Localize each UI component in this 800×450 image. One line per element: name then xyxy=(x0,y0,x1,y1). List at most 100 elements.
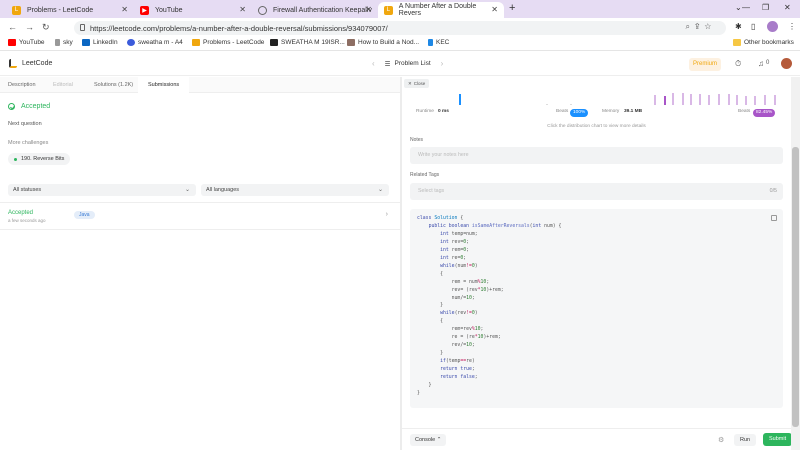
address-bar[interactable]: https://leetcode.com/problems/a-number-a… xyxy=(74,21,726,35)
distribution-chart[interactable] xyxy=(402,91,791,105)
notes-input[interactable]: Write your notes here xyxy=(410,147,783,164)
editor-footer: Console ⌃ ⚙ Run Submit xyxy=(402,428,793,450)
bookmark-kec[interactable]: KEC xyxy=(428,39,449,46)
next-question-link[interactable]: Next question xyxy=(8,121,42,127)
youtube-icon xyxy=(8,39,16,46)
chevron-right-icon[interactable]: › xyxy=(441,59,444,68)
close-tab-icon[interactable]: ✕ xyxy=(121,5,128,14)
gear-icon[interactable]: ⚙ xyxy=(718,436,724,444)
console-button[interactable]: Console ⌃ xyxy=(410,434,447,446)
minimize-button[interactable]: — xyxy=(742,3,750,12)
omnibox-actions[interactable]: ⌕⇪☆ xyxy=(685,22,716,32)
maximize-button[interactable]: ❐ xyxy=(762,3,769,12)
user-avatar[interactable] xyxy=(781,58,792,69)
bookmark-linkedin[interactable]: LinkedIn xyxy=(82,39,118,46)
tab-submissions[interactable]: Submissions xyxy=(138,77,190,93)
browser-tab-youtube[interactable]: ▶ YouTube ✕ xyxy=(134,2,252,18)
browser-tab-firewall[interactable]: Firewall Authentication Keepaliv ✕ xyxy=(252,2,378,18)
folder-icon xyxy=(733,39,741,46)
puzzle-icon[interactable]: ✱ xyxy=(735,22,742,31)
scrollbar-thumb[interactable] xyxy=(792,147,799,427)
reload-icon[interactable]: ↻ xyxy=(42,22,50,33)
tab-title: Problems - LeetCode xyxy=(27,6,94,14)
tab-description[interactable]: Description xyxy=(8,77,36,93)
chevron-down-icon: ⌄ xyxy=(184,187,190,193)
problem-tabs: Description Editorial Solutions (1.2K) S… xyxy=(0,77,400,93)
run-button[interactable]: Run xyxy=(734,434,757,446)
close-button[interactable]: ✕ Close xyxy=(404,79,430,88)
submitted-code: class Solution { public boolean isSameAf… xyxy=(417,216,562,396)
performance-stats: Runtime 0 ms Beats 100% Memory 39.1 MB B… xyxy=(402,108,791,118)
back-icon[interactable]: ← xyxy=(8,22,17,32)
more-challenges-label: More challenges xyxy=(8,140,49,146)
close-tab-icon[interactable]: ✕ xyxy=(239,5,246,14)
bookmark-sweatha-cert[interactable]: SWEATHA M 19ISR... xyxy=(270,39,345,46)
profile-avatar[interactable] xyxy=(767,21,778,32)
submission-row[interactable]: Accepted a few seconds ago Java › xyxy=(0,202,400,230)
memory-label: Memory xyxy=(602,109,620,114)
leetcode-logo-icon xyxy=(9,59,17,68)
accepted-status: Accepted xyxy=(8,103,50,110)
status-filter[interactable]: All statuses ⌄ xyxy=(8,184,196,196)
right-pane: ✕ Close Runtime 0 ms Beats 100% Memory 39… xyxy=(402,77,793,450)
memory-bar xyxy=(728,94,730,105)
bookmark-node[interactable]: How to Build a Nod... xyxy=(347,39,419,46)
bookmarks-bar: YouTube sky LinkedIn sweatha m - A4 Prob… xyxy=(0,38,800,51)
youtube-icon: ▶ xyxy=(140,5,149,15)
forward-icon[interactable]: → xyxy=(25,22,34,32)
premium-button[interactable]: Premium xyxy=(689,58,721,71)
tab-solutions[interactable]: Solutions (1.2K) xyxy=(94,77,133,93)
leetcode-favicon: L xyxy=(12,5,21,15)
sidepanel-icon[interactable]: ▯ xyxy=(751,22,755,31)
tab-editorial[interactable]: Editorial xyxy=(53,77,73,93)
browser-tab-active[interactable]: L A Number After a Double Revers ✕ xyxy=(378,2,504,18)
submission-time: a few seconds ago xyxy=(8,218,46,223)
close-tab-icon[interactable]: ✕ xyxy=(365,5,372,14)
chevron-left-icon[interactable]: ‹ xyxy=(372,59,375,68)
bookmark-youtube[interactable]: YouTube xyxy=(8,39,45,46)
browser-tab-strip: L Problems - LeetCode ✕ ▶ YouTube ✕ Fire… xyxy=(0,0,800,18)
code-block: class Solution { public boolean isSameAf… xyxy=(410,209,783,408)
bell-icon[interactable]: ♫ xyxy=(758,59,764,68)
browser-tab-problems[interactable]: L Problems - LeetCode ✕ xyxy=(6,2,134,18)
other-bookmarks[interactable]: Other bookmarks xyxy=(733,39,794,46)
copy-icon[interactable] xyxy=(771,215,777,221)
bookmark-icon xyxy=(55,39,60,46)
new-tab-button[interactable]: + xyxy=(509,2,515,14)
leetcode-logo[interactable]: LeetCode xyxy=(9,59,52,68)
runtime-beats-badge: 100% xyxy=(570,109,589,117)
memory-bar xyxy=(664,96,666,105)
problem-list-link[interactable]: Problem List xyxy=(395,60,431,67)
check-circle-icon xyxy=(8,103,15,110)
language-filter[interactable]: All languages ⌄ xyxy=(201,184,389,196)
chevron-down-icon[interactable]: ⌄ xyxy=(735,3,742,12)
problem-list-nav: ‹ ☰ Problem List › xyxy=(362,59,453,68)
challenge-chip[interactable]: 190. Reverse Bits xyxy=(8,153,71,165)
leetcode-favicon: L xyxy=(384,5,393,15)
memory-bar xyxy=(699,94,701,105)
submission-status: Accepted xyxy=(8,210,34,216)
chevron-up-icon: ⌃ xyxy=(436,437,442,443)
memory-bar xyxy=(745,96,747,105)
runtime-bar xyxy=(570,104,572,105)
memory-bar xyxy=(708,95,710,105)
close-tab-icon[interactable]: ✕ xyxy=(491,5,498,14)
memory-beats-badge: 82.45% xyxy=(753,109,776,117)
leetcode-header: LeetCode ‹ ☰ Problem List › Premium ⏱ ♫ … xyxy=(0,54,800,76)
timer-icon[interactable]: ⏱ xyxy=(735,59,741,69)
tags-select[interactable]: Select tags 0/5 xyxy=(410,183,783,200)
lock-icon xyxy=(80,24,85,31)
memory-bar xyxy=(774,95,776,105)
bookmark-sweatha[interactable]: sweatha m - A4 xyxy=(127,39,183,46)
scrollbar[interactable] xyxy=(791,77,800,450)
avatar-icon xyxy=(127,39,135,46)
close-window-button[interactable]: ✕ xyxy=(784,3,791,12)
submit-button[interactable]: Submit xyxy=(763,433,793,446)
memory-bar xyxy=(764,95,766,105)
chart-hint: Click the distribution chart to view mor… xyxy=(547,124,646,129)
bookmark-problems[interactable]: Problems - LeetCode xyxy=(192,39,264,46)
menu-icon[interactable]: ⋮ xyxy=(788,22,796,31)
globe-icon xyxy=(258,5,267,15)
chevron-right-icon: › xyxy=(385,211,388,218)
bookmark-sky[interactable]: sky xyxy=(55,39,73,46)
